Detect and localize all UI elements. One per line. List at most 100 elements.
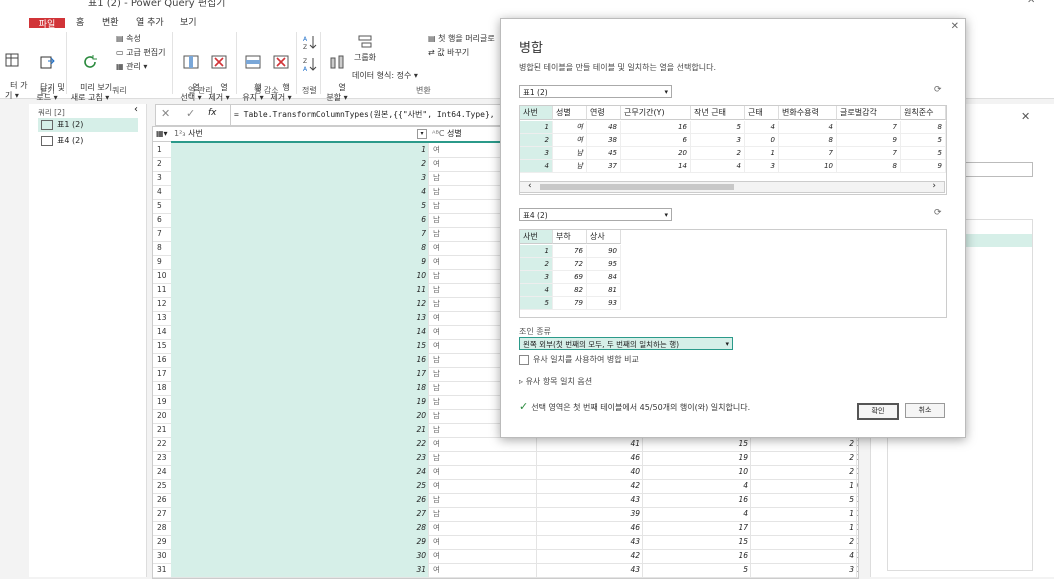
horizontal-scrollbar[interactable]: ‹ › (519, 181, 945, 193)
preview-column-header[interactable]: 원칙준수 (901, 106, 946, 120)
remove-rows-button[interactable]: 행 제거 ▾ (268, 34, 294, 113)
table-cell[interactable]: 40 (537, 465, 643, 479)
table-cell[interactable]: 남 (429, 493, 537, 507)
replace-values-button[interactable]: ⇄ 값 바꾸기 (428, 47, 469, 58)
preview-column-header[interactable]: 상사 (587, 230, 621, 244)
table-cell[interactable]: 4 (171, 185, 429, 199)
table-cell[interactable]: 43 (537, 535, 643, 549)
preview-column-header[interactable]: 사번 (520, 230, 553, 244)
filter-dropdown-icon[interactable]: ▾ (417, 129, 427, 139)
table-cell[interactable]: 7 (171, 227, 429, 241)
query-item[interactable]: 표1 (2) (38, 118, 138, 132)
table-cell[interactable]: 16 (643, 549, 751, 563)
table-cell[interactable]: 여 (429, 479, 537, 493)
cancel-button[interactable]: 취소 (905, 403, 945, 418)
scroll-left-icon[interactable]: ‹ (528, 181, 532, 191)
refresh-preview-icon[interactable]: ⟳ (934, 208, 942, 218)
table-cell[interactable]: 24 (171, 465, 429, 479)
table-cell[interactable]: 1 (171, 143, 429, 157)
close-dialog-icon[interactable]: ✕ (951, 21, 959, 32)
table-cell[interactable]: 16 (643, 493, 751, 507)
table-menu-icon[interactable]: ▦▾ (153, 127, 172, 142)
manage-button[interactable]: ▦ 관리 ▾ (116, 61, 147, 72)
table-cell[interactable]: 2 (857, 507, 858, 521)
left-cut-button[interactable]: 터 가 기 ▾ (0, 32, 27, 111)
table-cell[interactable]: 23 (171, 451, 429, 465)
table-cell[interactable]: 28 (171, 521, 429, 535)
table-cell[interactable]: 17 (643, 521, 751, 535)
close-settings-icon[interactable]: ✕ (1021, 110, 1030, 123)
table-cell[interactable]: 2 (751, 535, 857, 549)
sort-ascending-button[interactable]: AZ (302, 34, 318, 53)
table-cell[interactable]: 46 (537, 451, 643, 465)
table-cell[interactable]: 2 (857, 563, 858, 577)
table-cell[interactable]: 3 (857, 437, 858, 451)
table-cell[interactable]: 22 (171, 437, 429, 451)
table-cell[interactable]: 2 (857, 521, 858, 535)
query-item[interactable]: 표4 (2) (38, 134, 138, 148)
fuzzy-match-checkbox[interactable]: 유사 일치를 사용하여 병합 비교 (519, 354, 639, 365)
table-cell[interactable]: 2 (751, 451, 857, 465)
table-cell[interactable]: 1 (751, 507, 857, 521)
advanced-editor-button[interactable]: ▭ 고급 편집기 (116, 47, 165, 58)
data-type-dropdown[interactable]: 데이터 형식: 정수 ▾ (352, 70, 418, 81)
table-cell[interactable]: 남 (429, 507, 537, 521)
table-cell[interactable]: 15 (171, 339, 429, 353)
table-cell[interactable]: 1 (751, 521, 857, 535)
table-cell[interactable]: 43 (537, 563, 643, 577)
table-cell[interactable]: 10 (171, 269, 429, 283)
table-cell[interactable]: 1 (751, 479, 857, 493)
table-cell[interactable]: 2 (857, 465, 858, 479)
join-kind-select[interactable]: 왼쪽 외부(첫 번째의 모두, 두 번째의 일치하는 행) ▾ (519, 337, 733, 350)
close-window-button[interactable]: ✕ (1027, 0, 1035, 6)
table-cell[interactable]: 31 (171, 563, 429, 577)
scrollbar-thumb[interactable] (540, 184, 734, 190)
preview-column-header[interactable]: 글로벌감각 (837, 106, 901, 120)
table-cell[interactable]: 남 (429, 451, 537, 465)
table-cell[interactable]: 42 (537, 549, 643, 563)
table-cell[interactable]: 5 (171, 199, 429, 213)
table-cell[interactable]: 5 (751, 493, 857, 507)
remove-columns-button[interactable]: 열 제거 ▾ (206, 34, 232, 113)
split-column-button[interactable]: 열 분할 ▾ (324, 34, 350, 113)
refresh-preview-icon[interactable]: ⟳ (934, 85, 942, 95)
table-cell[interactable]: 4 (643, 507, 751, 521)
table-cell[interactable]: 11 (171, 283, 429, 297)
sort-descending-button[interactable]: ZA (302, 56, 318, 75)
table-cell[interactable]: 43 (537, 493, 643, 507)
table-cell[interactable]: 21 (171, 423, 429, 437)
table-cell[interactable]: 18 (171, 381, 429, 395)
scroll-right-icon[interactable]: › (932, 181, 936, 191)
tab-add-column[interactable]: 열 추가 (136, 15, 164, 28)
collapse-queries-icon[interactable]: ‹ (134, 104, 138, 115)
first-table-select[interactable]: 표1 (2) ▾ (519, 85, 672, 98)
keep-rows-button[interactable]: 행 유지 ▾ (240, 34, 266, 113)
table-cell[interactable]: 29 (171, 535, 429, 549)
table-cell[interactable]: 41 (537, 437, 643, 451)
table-cell[interactable]: 15 (643, 535, 751, 549)
preview-column-header[interactable]: 근무기간(Y) (621, 106, 691, 120)
table-cell[interactable]: 3 (857, 549, 858, 563)
table-cell[interactable]: 4 (751, 549, 857, 563)
group-by-button[interactable]: 그룹화 (350, 34, 380, 63)
table-cell[interactable]: 2 (171, 157, 429, 171)
table-cell[interactable]: 3 (857, 493, 858, 507)
table-cell[interactable]: 13 (171, 311, 429, 325)
table-cell[interactable]: 여 (429, 563, 537, 577)
preview-column-header[interactable]: 연령 (587, 106, 621, 120)
table-cell[interactable]: 46 (537, 521, 643, 535)
tab-view[interactable]: 보기 (180, 15, 197, 28)
table-cell[interactable]: 14 (171, 325, 429, 339)
table-cell[interactable]: 26 (171, 493, 429, 507)
table-cell[interactable]: 8 (171, 241, 429, 255)
second-table-select[interactable]: 표4 (2) ▾ (519, 208, 672, 221)
table-cell[interactable]: 0 (857, 479, 858, 493)
preview-column-header[interactable]: 성별 (553, 106, 587, 120)
table-cell[interactable]: 42 (537, 479, 643, 493)
cancel-formula-icon[interactable]: ✕ (161, 107, 170, 120)
close-load-button[interactable]: 닫기 및 로드 ▾ (30, 34, 65, 113)
table-cell[interactable]: 19 (643, 451, 751, 465)
table-cell[interactable]: 15 (643, 437, 751, 451)
fuzzy-options-expander[interactable]: ▹ 유사 항목 일치 옵션 (519, 376, 592, 387)
table-cell[interactable]: 3 (171, 171, 429, 185)
